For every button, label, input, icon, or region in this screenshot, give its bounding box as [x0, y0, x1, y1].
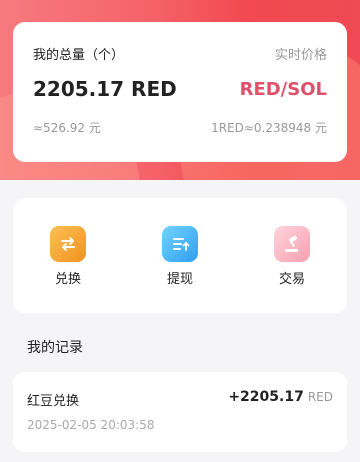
approx-value: ≈526.92 元: [33, 121, 101, 135]
trade-label: 交易: [278, 272, 305, 287]
list-item[interactable]: 红豆兑换 +2205.17 RED 2025-02-05 20:03:58: [13, 372, 347, 452]
actions-card: 兑换 提现 交易: [13, 198, 347, 313]
withdraw-label: 提现: [166, 272, 193, 287]
total-amount: 2205.17 RED: [33, 77, 177, 101]
withdraw-button[interactable]: 提现: [150, 226, 210, 287]
record-amount: +2205.17 RED: [228, 389, 333, 405]
total-label: 我的总量（个）: [33, 48, 125, 63]
trading-pair: RED/SOL: [239, 79, 327, 100]
record-timestamp: 2025-02-05 20:03:58: [27, 418, 155, 432]
record-title: 红豆兑换: [27, 394, 80, 409]
realtime-price-label: 实时价格: [274, 48, 327, 63]
exchange-icon: [50, 226, 86, 262]
exchange-label: 兑换: [54, 272, 81, 287]
exchange-button[interactable]: 兑换: [38, 226, 98, 287]
record-amount-value: +2205.17: [228, 389, 304, 405]
balance-summary-card: 我的总量（个） 实时价格 2205.17 RED RED/SOL ≈526.92…: [13, 22, 347, 162]
exchange-rate: 1RED≈0.238948 元: [211, 121, 327, 135]
withdraw-icon: [162, 226, 198, 262]
records-section-title: 我的记录: [27, 340, 83, 356]
record-amount-unit: RED: [307, 390, 333, 404]
auction-gavel-icon: [274, 226, 310, 262]
trade-button[interactable]: 交易: [262, 226, 322, 287]
